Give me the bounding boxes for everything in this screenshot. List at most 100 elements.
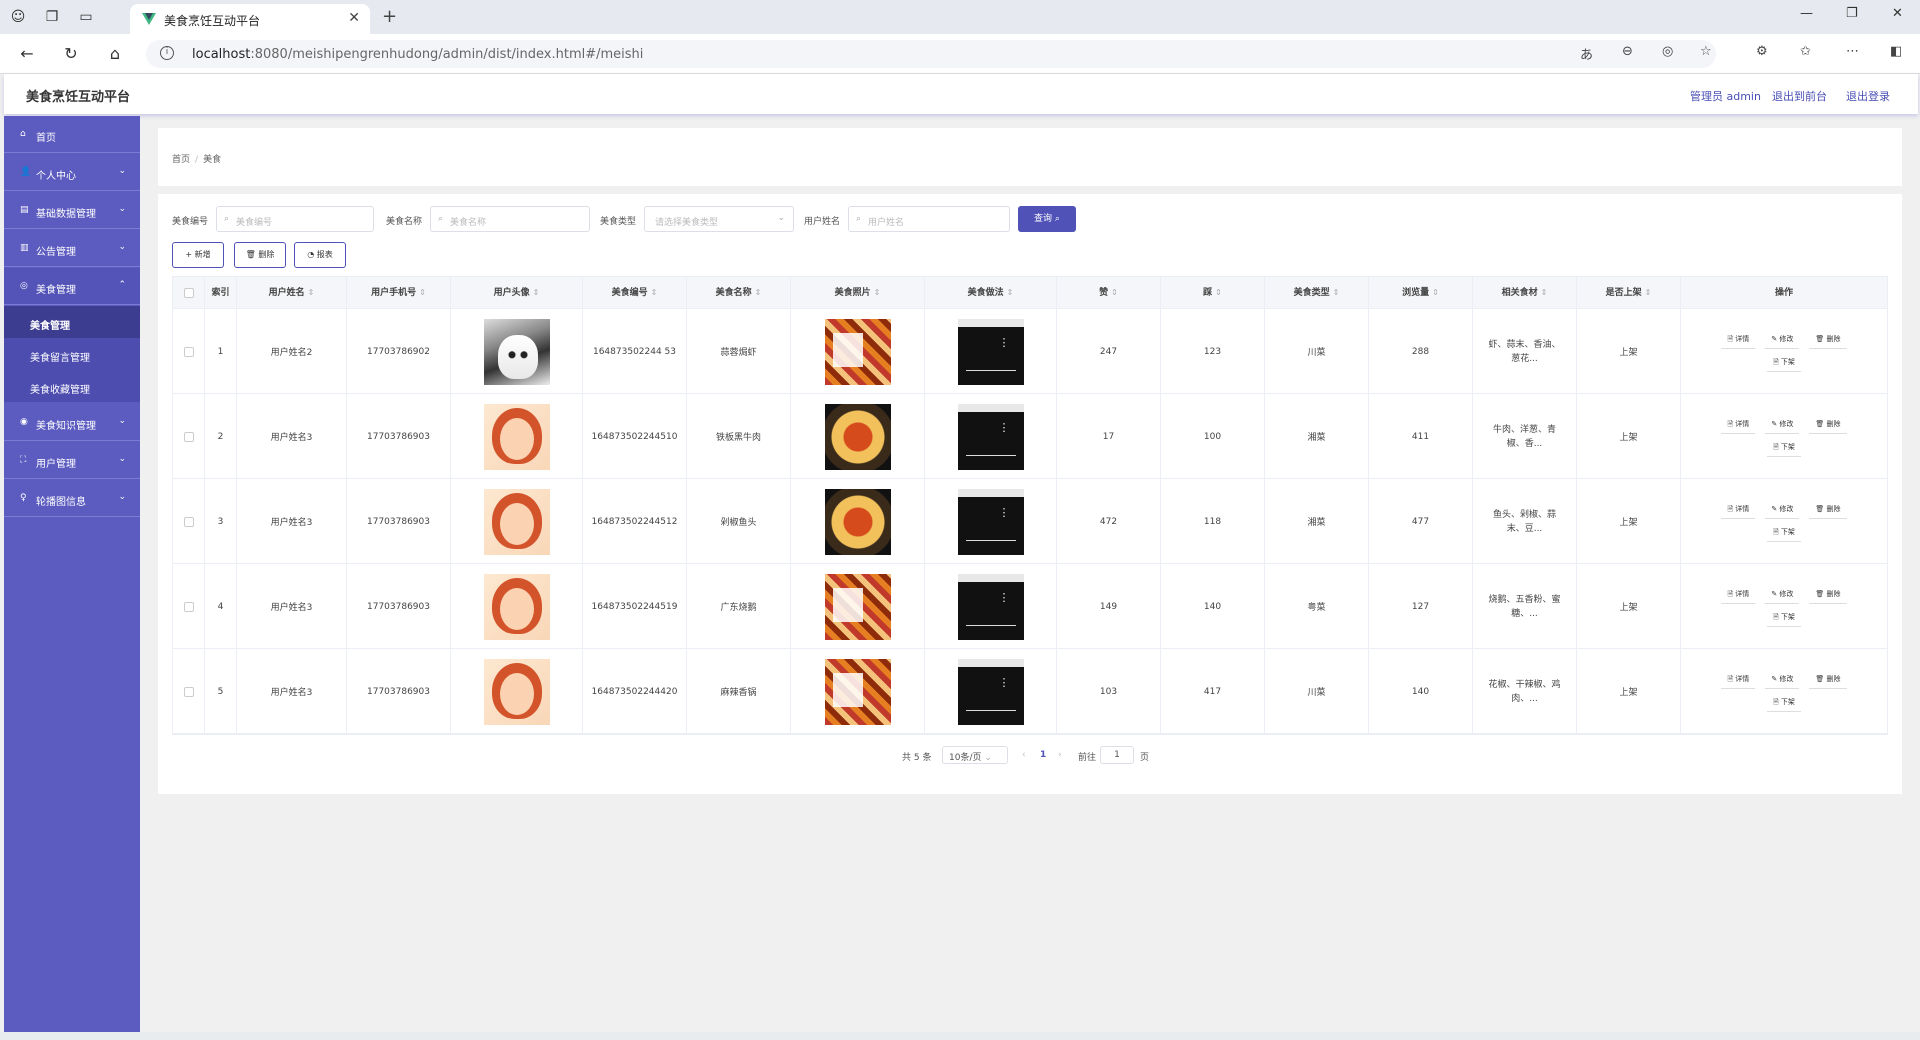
restore-icon[interactable]: ❐	[1846, 6, 1858, 21]
submenu-food-favorites[interactable]: 美食收藏管理	[4, 370, 140, 402]
back-icon[interactable]: ←	[16, 43, 38, 65]
home-icon[interactable]: ⌂	[104, 43, 126, 65]
col-up[interactable]: 赞 ⇕	[1057, 277, 1161, 309]
query-button[interactable]: 查询 ⌕	[1018, 206, 1076, 232]
workspaces-icon[interactable]: ❐	[40, 6, 64, 28]
col-type[interactable]: 美食类型 ⇕	[1265, 277, 1369, 309]
unshelf-button[interactable]: 🗎 下架	[1767, 440, 1801, 457]
more-icon[interactable]: ⋯	[1846, 44, 1859, 59]
col-ingredients[interactable]: 相关食材 ⇕	[1473, 277, 1577, 309]
col-phone[interactable]: 用户手机号 ⇕	[347, 277, 451, 309]
video-player[interactable]: ⋮	[957, 658, 1024, 725]
extension-icon[interactable]: ◎	[1662, 44, 1673, 59]
col-views[interactable]: 浏览量 ⇕	[1369, 277, 1473, 309]
menu-notice[interactable]: ▥ 公告管理 ⌄	[4, 230, 140, 267]
unshelf-button[interactable]: 🗎 下架	[1767, 525, 1801, 542]
report-button[interactable]: ◔ 报表	[294, 242, 346, 268]
url-field[interactable]: i localhost:8080/meishipengrenhudong/adm…	[146, 40, 1716, 68]
food-photo[interactable]	[824, 488, 891, 555]
menu-carousel[interactable]: ♀ 轮播图信息 ⌄	[4, 480, 140, 517]
row-checkbox[interactable]	[183, 686, 194, 697]
page-number[interactable]: 1	[1040, 750, 1046, 760]
close-tab-icon[interactable]: ✕	[348, 10, 360, 26]
row-checkbox[interactable]	[183, 601, 194, 612]
col-down[interactable]: 踩 ⇕	[1161, 277, 1265, 309]
name-input[interactable]: ⌕ 美食名称	[430, 206, 590, 232]
prev-page-icon[interactable]: ‹	[1022, 750, 1026, 760]
detail-button[interactable]: 🗎 详情	[1721, 502, 1756, 519]
avatar[interactable]	[483, 403, 550, 470]
submenu-food-comments[interactable]: 美食留言管理	[4, 338, 140, 370]
food-photo[interactable]	[824, 658, 891, 725]
food-photo[interactable]	[824, 318, 891, 385]
edit-button[interactable]: ✎ 修改	[1765, 672, 1800, 689]
row-checkbox[interactable]	[183, 431, 194, 442]
row-delete-button[interactable]: 🗑 删除	[1809, 587, 1847, 604]
breadcrumb-home[interactable]: 首页	[172, 155, 190, 165]
minimize-icon[interactable]: —	[1800, 6, 1813, 21]
row-checkbox[interactable]	[183, 346, 194, 357]
col-avatar[interactable]: 用户头像 ⇕	[451, 277, 583, 309]
row-checkbox[interactable]	[183, 516, 194, 527]
col-user[interactable]: 用户姓名 ⇕	[237, 277, 347, 309]
site-info-icon[interactable]: i	[160, 46, 174, 60]
logout-link[interactable]: 退出登录	[1846, 88, 1890, 104]
avatar[interactable]	[483, 318, 550, 385]
add-button[interactable]: + 新增	[172, 242, 224, 268]
go-front-link[interactable]: 退出到前台	[1772, 88, 1827, 104]
menu-basedata[interactable]: ▤ 基础数据管理 ⌄	[4, 192, 140, 229]
menu-home[interactable]: ⌂ 首页	[4, 116, 140, 153]
type-select[interactable]: 请选择美食类型 ⌄	[644, 206, 794, 232]
avatar[interactable]	[483, 573, 550, 640]
close-window-icon[interactable]: ✕	[1892, 6, 1903, 21]
detail-button[interactable]: 🗎 详情	[1721, 672, 1756, 689]
new-tab-icon[interactable]: +	[382, 6, 397, 27]
profile-icon[interactable]: ☺	[6, 6, 30, 28]
video-player[interactable]: ⋮	[957, 573, 1024, 640]
code-input[interactable]: ⌕ 美食编号	[216, 206, 374, 232]
col-code[interactable]: 美食编号 ⇕	[583, 277, 687, 309]
user-input[interactable]: ⌕ 用户姓名	[848, 206, 1010, 232]
detail-button[interactable]: 🗎 详情	[1721, 587, 1756, 604]
extensions-icon[interactable]: ⚙	[1756, 44, 1768, 59]
avatar[interactable]	[483, 488, 550, 555]
edit-button[interactable]: ✎ 修改	[1765, 417, 1800, 434]
delete-button[interactable]: 🗑 删除	[234, 242, 286, 268]
col-shelf[interactable]: 是否上架 ⇕	[1577, 277, 1681, 309]
video-player[interactable]: ⋮	[957, 488, 1024, 555]
video-player[interactable]: ⋮	[957, 318, 1024, 385]
avatar[interactable]	[483, 658, 550, 725]
read-aloud-icon[interactable]: あ	[1580, 44, 1593, 63]
edit-button[interactable]: ✎ 修改	[1765, 332, 1800, 349]
zoom-icon[interactable]: ⊖	[1622, 44, 1633, 59]
col-photo[interactable]: 美食照片 ⇕	[791, 277, 925, 309]
row-delete-button[interactable]: 🗑 删除	[1809, 332, 1847, 349]
col-name[interactable]: 美食名称 ⇕	[687, 277, 791, 309]
menu-personal[interactable]: 👤 个人中心 ⌄	[4, 154, 140, 191]
food-photo[interactable]	[824, 403, 891, 470]
food-photo[interactable]	[824, 573, 891, 640]
goto-input[interactable]: 1	[1100, 746, 1134, 764]
detail-button[interactable]: 🗎 详情	[1721, 417, 1756, 434]
browser-tab[interactable]: 美食烹饪互动平台 ✕	[130, 4, 370, 34]
detail-button[interactable]: 🗎 详情	[1721, 332, 1756, 349]
select-all-checkbox[interactable]	[183, 287, 194, 298]
unshelf-button[interactable]: 🗎 下架	[1767, 695, 1801, 712]
refresh-icon[interactable]: ↻	[60, 43, 82, 65]
favorites-icon[interactable]: ✩	[1800, 44, 1811, 59]
video-player[interactable]: ⋮	[957, 403, 1024, 470]
edit-button[interactable]: ✎ 修改	[1765, 587, 1800, 604]
favorite-icon[interactable]: ☆	[1700, 44, 1712, 59]
sidebar-toggle-icon[interactable]: ◧	[1890, 44, 1902, 59]
next-page-icon[interactable]: ›	[1058, 750, 1062, 760]
menu-food[interactable]: ◎ 美食管理 ⌃	[4, 268, 140, 305]
menu-users[interactable]: ⛶ 用户管理 ⌄	[4, 442, 140, 479]
col-method[interactable]: 美食做法 ⇕	[925, 277, 1057, 309]
menu-knowledge[interactable]: ◉ 美食知识管理 ⌄	[4, 404, 140, 441]
page-size-select[interactable]: 10条/页 ⌄	[942, 746, 1008, 764]
unshelf-button[interactable]: 🗎 下架	[1767, 610, 1801, 627]
tab-actions-icon[interactable]: ▭	[74, 6, 98, 28]
submenu-food-manage[interactable]: 美食管理	[4, 306, 140, 338]
row-delete-button[interactable]: 🗑 删除	[1809, 672, 1847, 689]
unshelf-button[interactable]: 🗎 下架	[1767, 355, 1801, 372]
